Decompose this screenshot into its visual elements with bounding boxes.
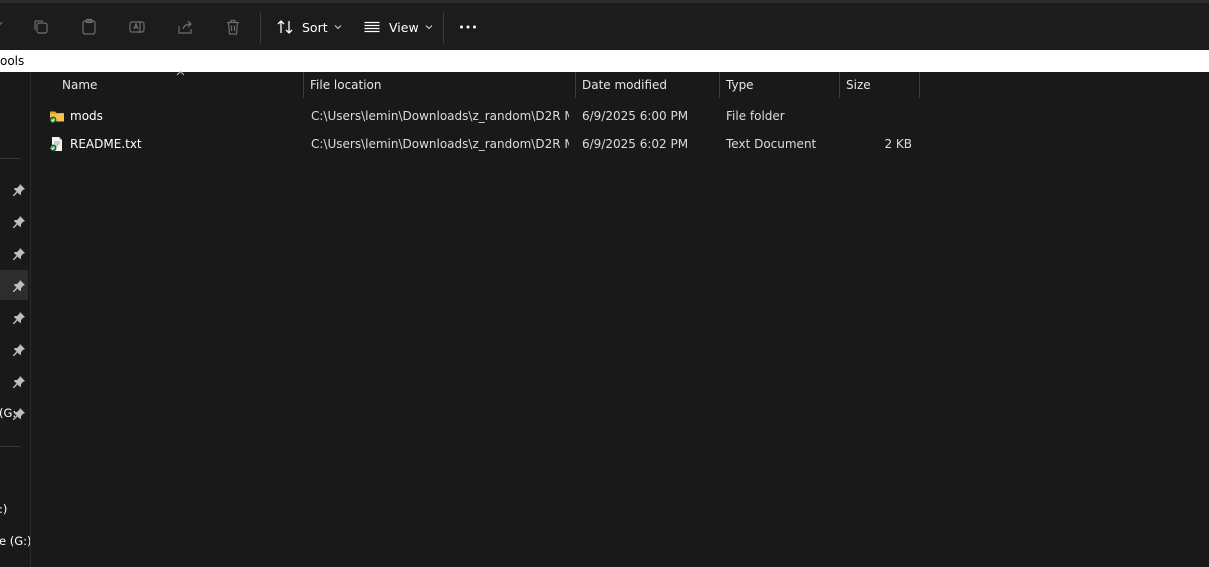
column-header-date-modified[interactable]: Date modified — [582, 72, 667, 98]
chevron-down-icon — [425, 25, 433, 30]
file-location: C:\Users\lemin\Downloads\z_random\D2R Mo… — [311, 109, 569, 123]
trash-icon — [227, 19, 239, 35]
toolbar-separator — [443, 12, 444, 44]
column-header-size[interactable]: Size — [846, 72, 871, 98]
file-size — [846, 102, 912, 130]
file-location: C:\Users\lemin\Downloads\z_random\D2R Mo… — [311, 137, 569, 151]
paste-button[interactable] — [80, 15, 98, 39]
cut-button[interactable] — [0, 15, 6, 39]
more-options-icon — [460, 25, 476, 29]
view-button[interactable]: View — [363, 15, 433, 39]
share-button[interactable] — [176, 15, 194, 39]
column-resize-handle[interactable] — [303, 72, 304, 98]
pin-icon[interactable] — [12, 375, 26, 389]
nav-item-drive-label[interactable]: :) — [0, 502, 7, 516]
sort-ascending-icon — [176, 70, 185, 76]
file-date-modified: 6/9/2025 6:00 PM — [582, 109, 689, 123]
column-header-name[interactable]: Name — [62, 72, 97, 98]
copy-button[interactable] — [32, 15, 50, 39]
column-header-location[interactable]: File location — [310, 72, 382, 98]
sort-label: Sort — [302, 19, 328, 35]
file-size: 2 KB — [884, 137, 912, 151]
see-more-button[interactable] — [459, 15, 477, 39]
file-type: Text Document — [726, 137, 817, 151]
share-icon — [178, 20, 192, 34]
view-list-icon — [364, 21, 380, 33]
command-bar: Sort View — [0, 3, 1209, 50]
table-row[interactable]: mods C:\Users\lemin\Downloads\z_random\D… — [31, 102, 1209, 130]
file-type: File folder — [726, 109, 785, 123]
copy-icon — [34, 20, 48, 34]
column-resize-handle[interactable] — [575, 72, 576, 98]
view-label: View — [389, 19, 419, 35]
paste-icon — [82, 18, 96, 35]
file-date-modified: 6/9/2025 6:02 PM — [582, 137, 689, 151]
delete-button[interactable] — [224, 15, 242, 39]
pin-icon[interactable] — [12, 215, 26, 229]
rename-icon — [129, 21, 145, 33]
rename-button[interactable] — [128, 15, 146, 39]
table-row[interactable]: README.txt C:\Users\lemin\Downloads\z_ra… — [31, 130, 1209, 158]
pin-icon[interactable] — [12, 343, 26, 357]
column-resize-handle[interactable] — [919, 72, 920, 98]
address-path-text: ools — [0, 54, 25, 68]
pin-icon[interactable] — [12, 183, 26, 197]
file-name: README.txt — [70, 137, 142, 151]
file-name: mods — [70, 109, 103, 123]
pin-icon[interactable] — [12, 311, 26, 325]
column-resize-handle[interactable] — [719, 72, 720, 98]
nav-divider — [0, 446, 20, 447]
nav-divider — [0, 158, 20, 159]
pin-icon[interactable] — [12, 247, 26, 261]
chevron-down-icon — [334, 25, 342, 30]
pin-icon[interactable] — [12, 407, 26, 421]
address-bar[interactable]: ools — [0, 50, 1209, 72]
text-document-icon — [49, 137, 62, 152]
navigation-pane: (G: :) e (G:) — [0, 72, 31, 567]
toolbar-separator — [260, 12, 261, 44]
pin-icon[interactable] — [12, 279, 26, 293]
nav-item-drive-label[interactable]: e (G:) — [0, 534, 30, 548]
sort-button[interactable]: Sort — [276, 15, 342, 39]
column-header-type[interactable]: Type — [726, 72, 754, 98]
cut-icon — [0, 21, 3, 26]
column-header-row: Name File location Date modified Type Si… — [31, 70, 1209, 98]
column-resize-handle[interactable] — [839, 72, 840, 98]
sort-icon — [277, 20, 293, 34]
folder-icon — [49, 111, 64, 124]
